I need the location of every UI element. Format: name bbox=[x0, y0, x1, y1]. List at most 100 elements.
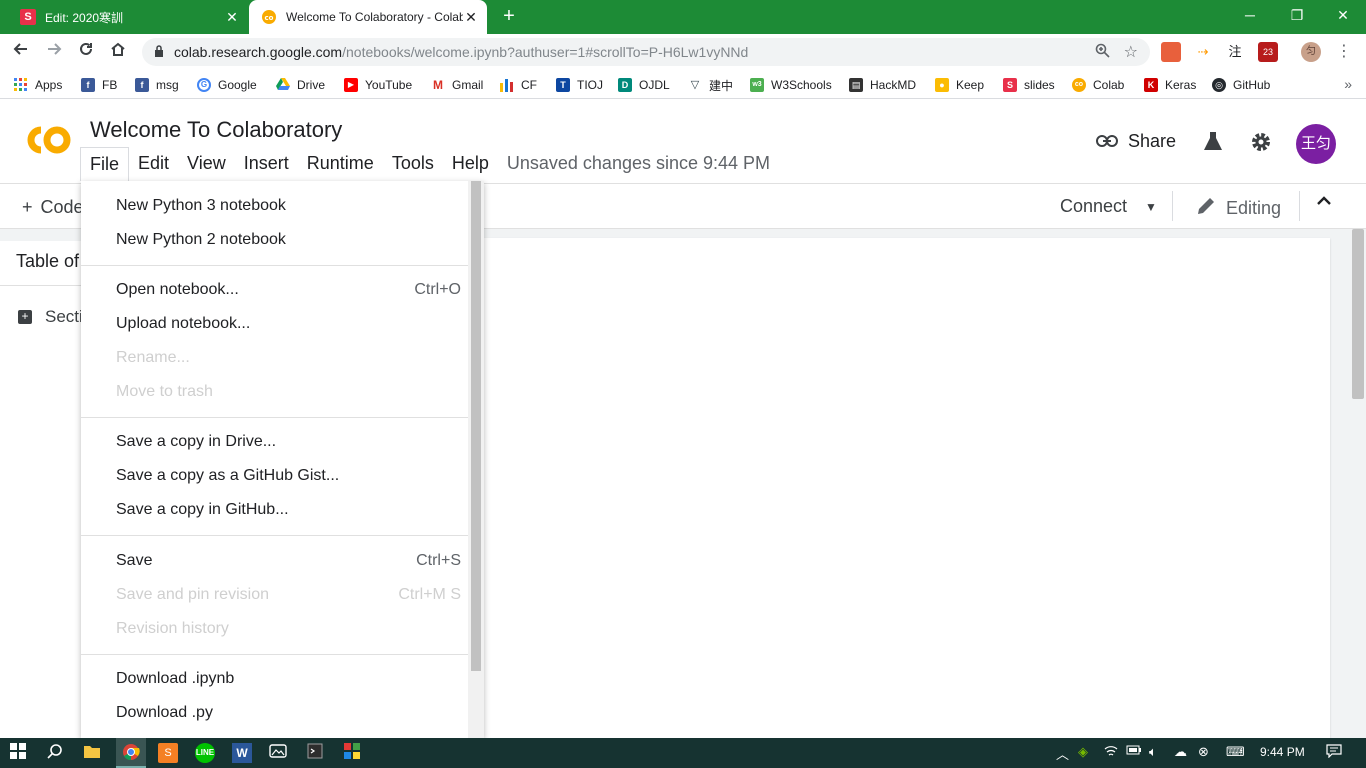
search-icon[interactable] bbox=[45, 743, 65, 763]
windows-start-icon[interactable] bbox=[8, 743, 28, 763]
nvidia-icon[interactable]: ◈ bbox=[1078, 744, 1088, 760]
menu-runtime[interactable]: Runtime bbox=[298, 147, 383, 179]
bookmark-cf[interactable]: CF bbox=[500, 76, 537, 94]
volume-icon[interactable]: 🔈︎ bbox=[1149, 744, 1157, 760]
notebook-title[interactable]: Welcome To Colaboratory bbox=[90, 117, 342, 143]
app-grid-icon[interactable] bbox=[342, 743, 362, 763]
office-extension-icon[interactable] bbox=[1161, 42, 1181, 62]
onedrive-icon[interactable]: ☁︎ bbox=[1174, 744, 1187, 760]
new-tab-button[interactable]: + bbox=[498, 5, 520, 27]
amazon-extension-icon[interactable]: ⇢ bbox=[1193, 42, 1213, 62]
settings-gear-icon[interactable] bbox=[1248, 130, 1274, 156]
connect-label: Connect bbox=[1060, 196, 1128, 216]
bookmark-school[interactable]: ▽ 建中 bbox=[688, 76, 733, 94]
bookmark-ojdl[interactable]: D OJDL bbox=[618, 76, 670, 94]
restore-icon[interactable]: ❐ bbox=[1285, 4, 1309, 26]
home-icon[interactable] bbox=[107, 41, 129, 63]
bookmark-star-icon[interactable]: ☆ bbox=[1124, 42, 1138, 62]
lab-flask-icon[interactable] bbox=[1200, 130, 1226, 156]
collapse-header-icon[interactable] bbox=[1316, 193, 1332, 214]
profile-avatar-icon[interactable]: 匀 bbox=[1301, 42, 1321, 62]
add-code-button[interactable]: + Code bbox=[22, 197, 84, 218]
menu-item-save-copy-drive[interactable]: Save a copy in Drive... bbox=[116, 425, 460, 459]
share-button[interactable]: Share bbox=[1096, 130, 1176, 153]
bookmark-youtube[interactable]: ▶ YouTube bbox=[344, 76, 412, 94]
bookmarks-overflow-button[interactable]: » bbox=[1344, 76, 1352, 92]
unsaved-status[interactable]: Unsaved changes since 9:44 PM bbox=[507, 153, 770, 174]
minimize-icon[interactable]: ─ bbox=[1238, 4, 1262, 26]
bookmark-hackmd[interactable]: ▤ HackMD bbox=[849, 76, 916, 94]
menu-item-save-copy-gist[interactable]: Save a copy as a GitHub Gist... bbox=[116, 459, 460, 493]
notification-center-icon[interactable] bbox=[1326, 744, 1342, 761]
menu-item-download-py[interactable]: Download .py bbox=[116, 696, 460, 730]
dictionary-extension-icon[interactable]: 注 bbox=[1225, 42, 1245, 62]
taskbar-clock[interactable]: 9:44 PM bbox=[1260, 745, 1305, 759]
zoom-icon[interactable] bbox=[1095, 43, 1110, 61]
bookmark-tioj[interactable]: T TIOJ bbox=[556, 76, 603, 94]
menu-scrollbar[interactable] bbox=[468, 181, 484, 738]
menu-item-new-python2[interactable]: New Python 2 notebook bbox=[116, 223, 460, 257]
chrome-icon[interactable] bbox=[121, 743, 141, 763]
page-scrollbar[interactable] bbox=[1350, 229, 1366, 738]
connect-button[interactable]: Connect ▼ bbox=[1060, 196, 1157, 217]
colab-logo-icon[interactable] bbox=[19, 124, 71, 156]
menu-item-download-ipynb[interactable]: Download .ipynb bbox=[116, 662, 460, 696]
notebook-content-area[interactable] bbox=[484, 238, 1330, 738]
file-explorer-icon[interactable] bbox=[82, 743, 102, 763]
forward-icon[interactable] bbox=[43, 41, 65, 63]
sync-blocked-icon[interactable]: ⊗ bbox=[1198, 744, 1209, 760]
toolbar-divider bbox=[1172, 191, 1173, 221]
bookmark-gmail[interactable]: M Gmail bbox=[431, 76, 483, 94]
menu-item-save-copy-github[interactable]: Save a copy in GitHub... bbox=[116, 493, 460, 527]
menu-item-save[interactable]: Save Ctrl+S bbox=[116, 544, 461, 578]
browser-tab-slides[interactable]: S Edit: 2020寒訓 ✕ bbox=[8, 0, 248, 34]
back-icon[interactable] bbox=[10, 41, 32, 63]
photos-icon[interactable] bbox=[268, 743, 288, 763]
wifi-icon[interactable] bbox=[1104, 744, 1118, 761]
ublock-extension-icon[interactable]: 23 bbox=[1258, 42, 1278, 62]
bookmark-keep[interactable]: ● Keep bbox=[935, 76, 984, 94]
menu-tools[interactable]: Tools bbox=[383, 147, 443, 179]
menu-file[interactable]: File bbox=[80, 147, 130, 181]
menu-item-new-python3[interactable]: New Python 3 notebook bbox=[116, 189, 460, 223]
menu-scrollbar-thumb[interactable] bbox=[471, 181, 481, 671]
word-icon[interactable]: W bbox=[232, 743, 252, 763]
chrome-menu-icon[interactable]: ⋮ bbox=[1334, 42, 1354, 62]
browser-tab-colab[interactable]: co Welcome To Colaboratory - Colab ✕ bbox=[249, 0, 487, 34]
caret-down-icon[interactable]: ▼ bbox=[1145, 200, 1157, 214]
bookmark-slides[interactable]: S slides bbox=[1003, 76, 1055, 94]
scrollbar-thumb[interactable] bbox=[1352, 229, 1364, 399]
terminal-icon[interactable] bbox=[305, 743, 325, 763]
menu-view[interactable]: View bbox=[178, 147, 235, 179]
menu-edit[interactable]: Edit bbox=[129, 147, 178, 179]
bookmark-github[interactable]: ◎ GitHub bbox=[1212, 76, 1270, 94]
bookmark-apps[interactable]: Apps bbox=[14, 76, 62, 94]
menu-help[interactable]: Help bbox=[443, 147, 498, 179]
editing-mode-button[interactable]: Editing bbox=[1196, 196, 1281, 221]
bookmark-w3schools[interactable]: w3 W3Schools bbox=[750, 76, 832, 94]
menu-item-upload-notebook[interactable]: Upload notebook... bbox=[116, 307, 460, 341]
expand-plus-icon[interactable]: + bbox=[18, 310, 32, 324]
menu-insert[interactable]: Insert bbox=[235, 147, 298, 179]
bookmark-drive[interactable]: Drive bbox=[276, 76, 325, 94]
bookmark-msg[interactable]: f msg bbox=[135, 76, 179, 94]
bookmark-keras[interactable]: K Keras bbox=[1144, 76, 1196, 94]
github-icon: ◎ bbox=[1212, 78, 1226, 92]
close-tab-icon[interactable]: ✕ bbox=[463, 9, 479, 26]
window-close-icon[interactable]: ✕ bbox=[1331, 4, 1355, 26]
bookmark-google[interactable]: G Google bbox=[197, 76, 257, 94]
tray-overflow-icon[interactable]: ︿ bbox=[1056, 744, 1069, 763]
bookmark-label: OJDL bbox=[639, 78, 670, 92]
close-tab-icon[interactable]: ✕ bbox=[224, 9, 240, 26]
line-app-icon[interactable]: LINE bbox=[195, 743, 215, 763]
drive-icon bbox=[276, 78, 290, 92]
sublime-text-icon[interactable]: S bbox=[158, 743, 178, 763]
address-bar[interactable]: colab.research.google.com/notebooks/welc… bbox=[142, 38, 1150, 66]
reload-icon[interactable] bbox=[75, 41, 97, 63]
battery-icon[interactable] bbox=[1126, 744, 1142, 759]
menu-item-open-notebook[interactable]: Open notebook... Ctrl+O bbox=[116, 273, 461, 307]
bookmark-colab[interactable]: co Colab bbox=[1072, 76, 1124, 94]
bookmark-fb[interactable]: f FB bbox=[81, 76, 117, 94]
user-avatar[interactable]: 王匀 bbox=[1296, 124, 1336, 164]
input-method-icon[interactable]: ⌨︎ bbox=[1226, 744, 1245, 760]
